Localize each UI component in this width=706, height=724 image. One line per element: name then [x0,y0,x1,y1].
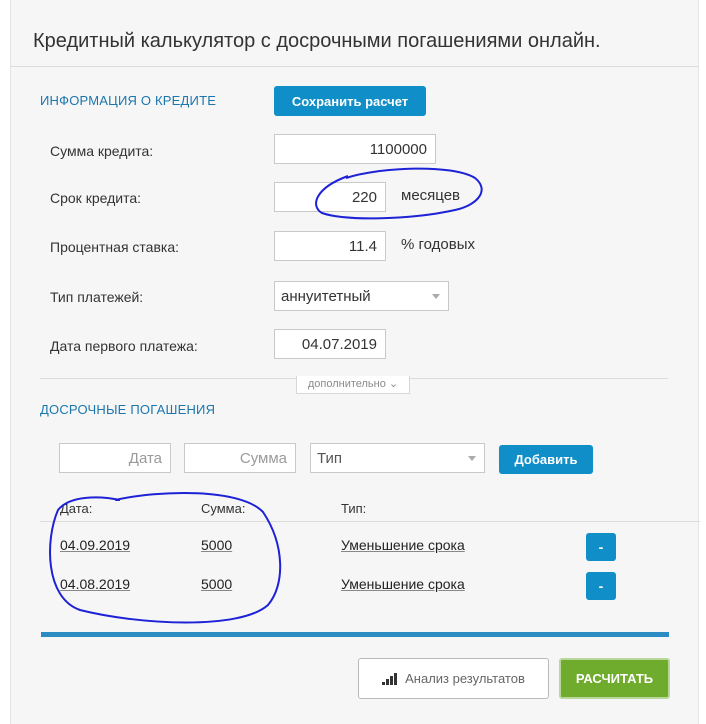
chevron-down-icon: ⌄ [388,378,399,390]
remove-repayment-button[interactable]: - [586,572,616,600]
rate-label: Процентная ставка: [50,239,180,255]
row-amount[interactable]: 5000 [201,537,232,553]
first-payment-date-input[interactable] [274,329,386,359]
table-header-divider [40,521,700,522]
amount-label: Сумма кредита: [50,143,154,159]
more-options-toggle[interactable]: дополнительно ⌄ [296,376,410,394]
analyze-results-button[interactable]: Анализ результатов [358,658,549,699]
term-label: Срок кредита: [50,190,142,206]
repayment-date-input[interactable] [59,443,171,473]
first-payment-label: Дата первого платежа: [50,338,198,354]
repayment-type-select[interactable]: Тип [310,443,485,473]
save-calculation-button[interactable]: Сохранить расчет [274,86,426,116]
analyze-results-label: Анализ результатов [405,671,525,686]
more-options-label: дополнительно [307,378,386,390]
page-title: Кредитный калькулятор с досрочными погаш… [33,30,601,52]
repayment-type-placeholder: Тип [317,450,343,467]
row-amount[interactable]: 5000 [201,576,232,592]
column-header-date: Дата: [60,501,93,516]
add-repayment-button[interactable]: Добавить [499,445,593,474]
amount-input[interactable] [274,134,436,164]
column-header-amount: Сумма: [201,501,246,516]
row-date[interactable]: 04.08.2019 [60,576,130,592]
chevron-down-icon [432,294,440,299]
payment-type-value: аннуитетный [281,288,371,305]
bar-chart-icon [382,672,398,685]
early-repayments-section-title: ДОСРОЧНЫЕ ПОГАШЕНИЯ [40,402,216,417]
title-divider [11,66,698,67]
chevron-down-icon [468,456,476,461]
term-unit: месяцев [401,187,461,204]
calculate-button[interactable]: РАСЧИТАТЬ [559,658,670,699]
term-input[interactable] [274,182,386,212]
results-divider-bar [41,632,669,637]
rate-unit: % годовых [401,236,476,253]
column-header-type: Тип: [341,501,367,516]
rate-input[interactable] [274,231,386,261]
row-date[interactable]: 04.09.2019 [60,537,130,553]
calculator-panel: Кредитный калькулятор с досрочными погаш… [10,0,700,724]
payment-type-select[interactable]: аннуитетный [274,281,449,311]
payment-type-label: Тип платежей: [50,289,144,305]
remove-repayment-button[interactable]: - [586,533,616,561]
credit-info-section-title: ИНФОРМАЦИЯ О КРЕДИТЕ [40,93,217,108]
row-type[interactable]: Уменьшение срока [341,576,465,592]
row-type[interactable]: Уменьшение срока [341,537,465,553]
repayment-amount-input[interactable] [184,443,296,473]
